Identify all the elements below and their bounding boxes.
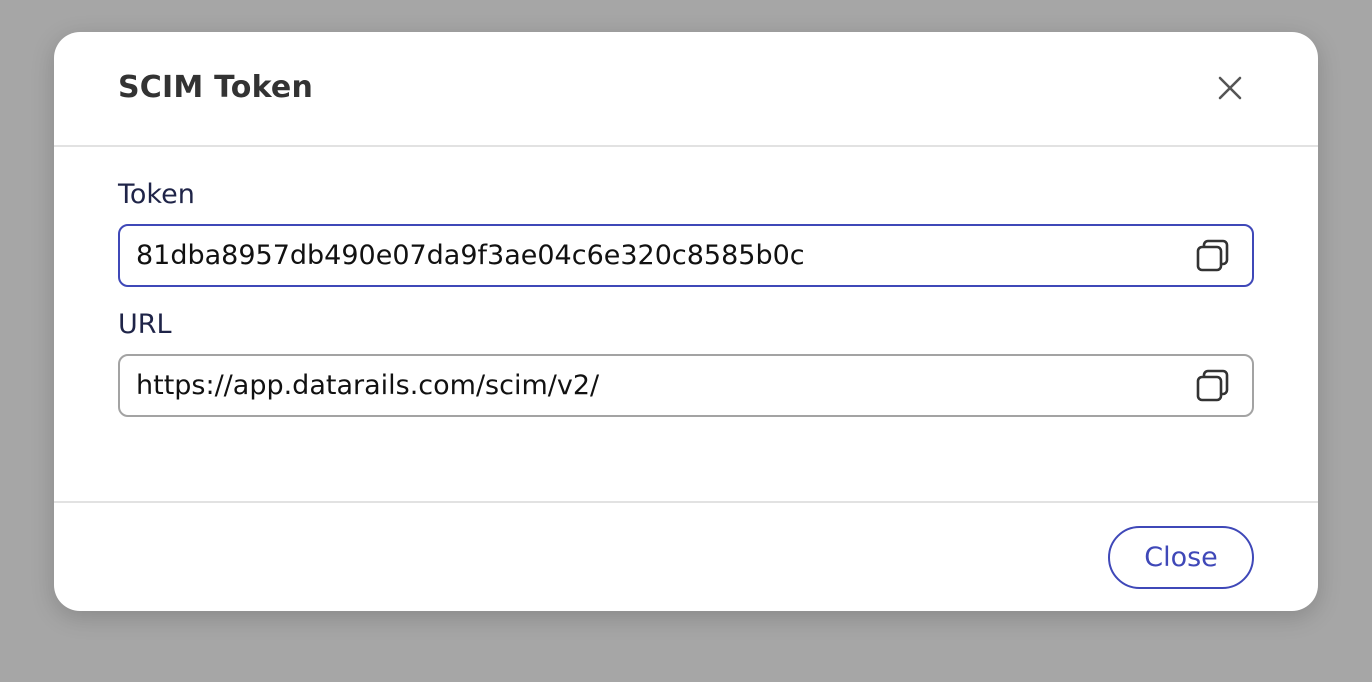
copy-icon[interactable] [1194,367,1232,405]
close-icon[interactable] [1214,72,1246,104]
dialog-title: SCIM Token [118,70,314,105]
token-value[interactable]: 81dba8957db490e07da9f3ae04c6e320c8585b0c [136,226,805,285]
dialog-footer-divider [54,501,1318,503]
close-button[interactable]: Close [1108,526,1254,589]
token-label: Token [118,179,195,210]
url-label: URL [118,309,172,340]
dialog-header: SCIM Token [54,32,1318,147]
url-field[interactable]: https://app.datarails.com/scim/v2/ [118,354,1254,417]
scim-token-dialog: SCIM Token Token 81dba8957db490e07da9f3a… [54,32,1318,611]
copy-icon[interactable] [1194,237,1232,275]
url-value[interactable]: https://app.datarails.com/scim/v2/ [136,356,599,415]
token-field[interactable]: 81dba8957db490e07da9f3ae04c6e320c8585b0c [118,224,1254,287]
